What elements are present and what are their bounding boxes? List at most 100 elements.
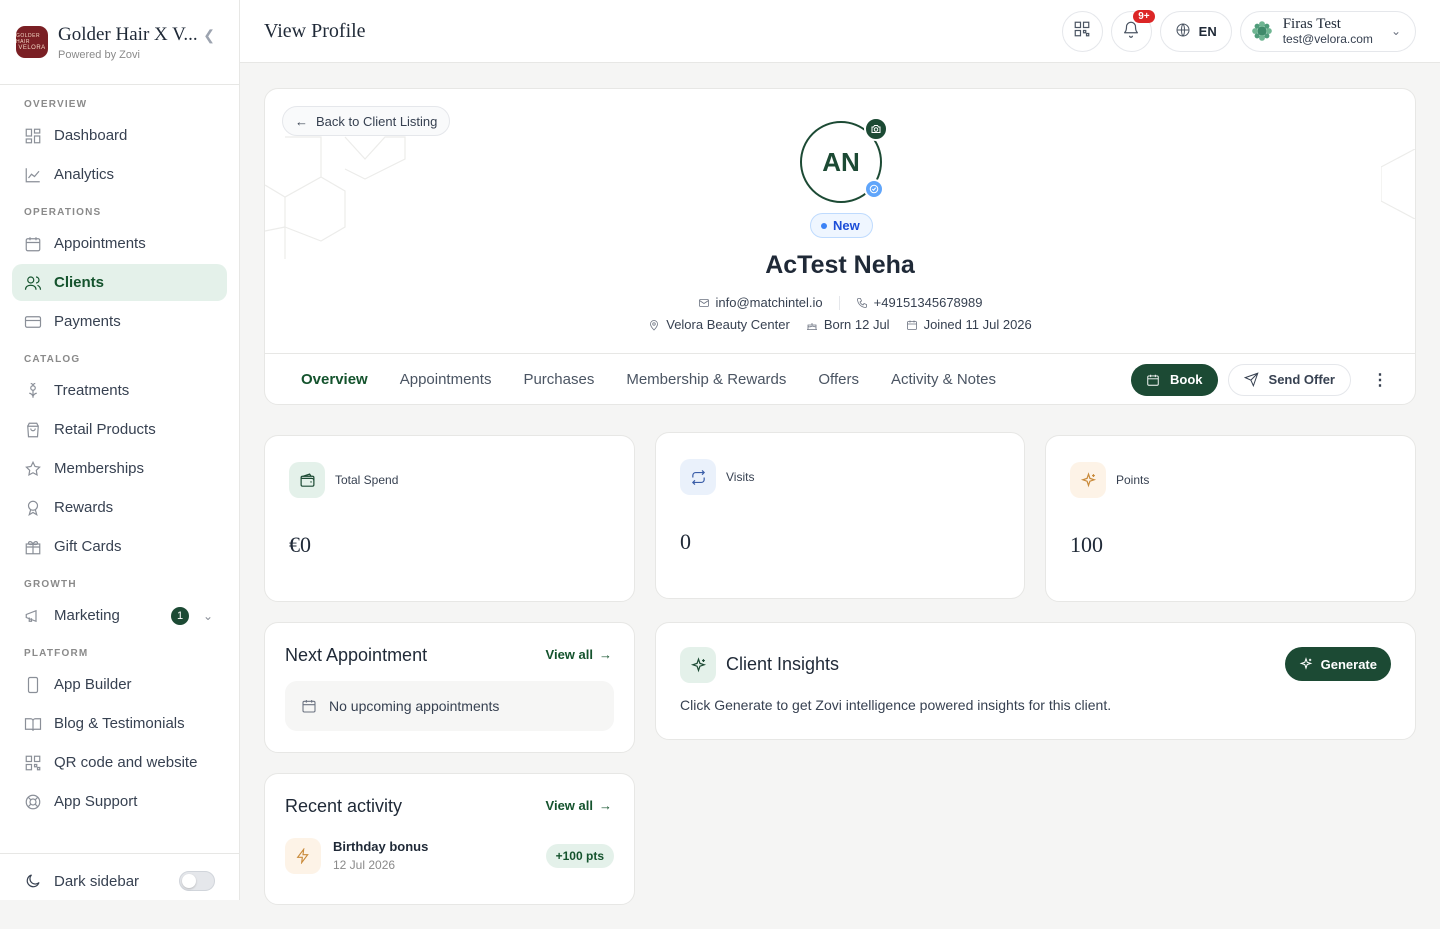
camera-icon[interactable] [864, 117, 888, 141]
section-overview: OVERVIEW [24, 99, 88, 110]
total-spend-value: €0 [289, 532, 311, 557]
sidebar-item-retail-products[interactable]: Retail Products [12, 411, 227, 448]
tab-membership-rewards[interactable]: Membership & Rewards [610, 354, 802, 405]
verified-icon [864, 179, 884, 199]
recent-activity-card: Recent activity View all → Birthday bonu… [264, 773, 635, 905]
sidebar-item-rewards[interactable]: Rewards [12, 489, 227, 526]
user-menu[interactable]: Firas Test test@velora.com ⌄ [1239, 10, 1416, 52]
hexagon-pattern-decoration [265, 136, 406, 259]
brand-header: GOLDER HAIR VELORA Golder Hair X V... Po… [0, 0, 239, 85]
sidebar-item-memberships[interactable]: Memberships [12, 450, 227, 487]
generate-label: Generate [1320, 656, 1377, 672]
section-operations: OPERATIONS [24, 207, 102, 218]
collapse-sidebar-icon[interactable]: ❮ [203, 27, 215, 44]
client-born: Born 12 Jul [823, 317, 890, 332]
tab-overview[interactable]: Overview [285, 354, 384, 404]
qr-code-icon [1073, 20, 1091, 43]
sidebar-item-label: QR code and website [54, 754, 198, 771]
top-header: View Profile 9+ EN Firas Test test@velor… [240, 0, 1440, 63]
sidebar-item-label: Rewards [54, 499, 114, 516]
user-avatar [1251, 20, 1273, 42]
details-row: Velora Beauty Center Born 12 Jul Joined … [265, 317, 1415, 332]
back-label: Back to Client Listing [316, 113, 438, 129]
sparkles-icon [680, 647, 716, 683]
back-to-client-listing-button[interactable]: ← Back to Client Listing [282, 106, 451, 136]
profile-card: ← Back to Client Listing AN New AcTest N… [264, 88, 1416, 405]
next-appointment-title: Next Appointment [285, 645, 428, 665]
client-location: Velora Beauty Center [666, 317, 790, 332]
sidebar-item-gift-cards[interactable]: Gift Cards [12, 528, 227, 565]
next-appointment-card: Next Appointment View all → No upcoming … [264, 622, 635, 753]
sidebar-item-app-support[interactable]: App Support [12, 783, 227, 820]
notifications-button[interactable]: 9+ [1110, 9, 1155, 52]
tab-offers[interactable]: Offers [802, 354, 875, 405]
empty-appointments-text: No upcoming appointments [329, 698, 500, 714]
users-icon [24, 274, 42, 292]
language-selector[interactable]: EN [1159, 10, 1232, 52]
status-badge: New [810, 213, 873, 238]
marketing-count-badge: 1 [171, 606, 189, 625]
points-badge: +100 pts [545, 844, 614, 868]
dashboard-icon [24, 127, 42, 145]
gift-icon [24, 538, 42, 556]
language-label: EN [1198, 23, 1217, 39]
tab-appointments[interactable]: Appointments [384, 354, 508, 405]
credit-card-icon [24, 313, 42, 331]
repeat-icon [680, 459, 716, 495]
total-spend-label: Total Spend [335, 473, 399, 487]
chevron-down-icon[interactable]: ⌄ [203, 609, 213, 623]
view-all-label: View all [545, 647, 593, 662]
megaphone-icon [24, 607, 42, 625]
qr-code-icon [24, 754, 42, 772]
send-offer-label: Send Offer [1268, 372, 1335, 387]
profile-tabs: Overview Appointments Purchases Membersh… [265, 353, 1415, 405]
brand-subtitle: Powered by Zovi [58, 48, 140, 61]
sidebar-item-appointments[interactable]: Appointments [12, 225, 227, 262]
sidebar-item-label: Retail Products [54, 421, 156, 438]
sidebar: GOLDER HAIR VELORA Golder Hair X V... Po… [0, 0, 240, 900]
calendar-icon [906, 320, 917, 330]
visits-value: 0 [680, 529, 691, 554]
sidebar-item-dashboard[interactable]: Dashboard [12, 117, 227, 154]
sidebar-item-treatments[interactable]: Treatments [12, 372, 227, 409]
life-buoy-icon [24, 793, 42, 811]
bell-icon [1122, 20, 1140, 43]
dark-sidebar-toggle[interactable] [179, 871, 215, 891]
next-appointment-view-all-link[interactable]: View all → [546, 647, 612, 662]
book-button[interactable]: Book [1131, 363, 1218, 396]
user-email: test@velora.com [1282, 32, 1373, 46]
qr-button[interactable] [1061, 10, 1103, 52]
tab-activity-notes[interactable]: Activity & Notes [875, 354, 1012, 405]
sidebar-item-qr[interactable]: QR code and website [12, 744, 227, 781]
arrow-right-icon: → [599, 798, 612, 813]
book-open-icon [24, 715, 42, 733]
notification-count-badge: 9+ [1133, 9, 1155, 23]
calendar-icon [1147, 374, 1159, 386]
tab-purchases[interactable]: Purchases [507, 354, 610, 405]
wallet-icon [289, 462, 325, 498]
section-growth: GROWTH [24, 579, 77, 590]
points-label: Points [1116, 473, 1150, 487]
send-offer-button[interactable]: Send Offer [1227, 363, 1351, 396]
brand-logo[interactable]: GOLDER HAIR VELORA [16, 26, 48, 58]
lightning-icon [285, 838, 321, 874]
page-title: View Profile [264, 19, 366, 42]
sidebar-item-clients[interactable]: Clients [12, 264, 227, 301]
email-info[interactable]: info@matchintel.io [698, 295, 823, 310]
mail-icon [698, 298, 709, 307]
empty-appointments: No upcoming appointments [285, 681, 614, 731]
sidebar-item-label: Marketing [54, 607, 120, 624]
chart-line-icon [24, 166, 42, 184]
sidebar-item-marketing[interactable]: Marketing 1 ⌄ [12, 597, 227, 634]
dark-sidebar-label: Dark sidebar [54, 872, 140, 890]
sidebar-item-payments[interactable]: Payments [12, 303, 227, 340]
sidebar-item-analytics[interactable]: Analytics [12, 156, 227, 193]
points-value: 100 [1070, 532, 1103, 557]
more-options-icon[interactable]: ⋮ [1365, 365, 1395, 395]
generate-button[interactable]: Generate [1284, 647, 1391, 681]
sidebar-item-app-builder[interactable]: App Builder [12, 666, 227, 703]
recent-activity-view-all-link[interactable]: View all → [546, 798, 612, 813]
phone-info[interactable]: +49151345678989 [856, 295, 982, 310]
sidebar-item-blog[interactable]: Blog & Testimonials [12, 705, 227, 742]
arrow-left-icon: ← [295, 113, 308, 129]
